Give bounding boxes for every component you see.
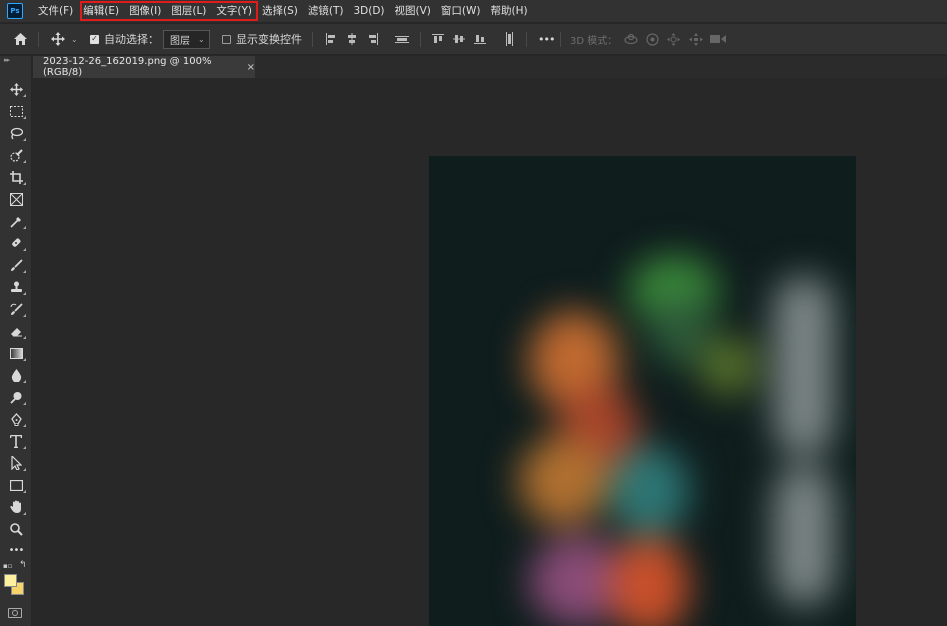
blurred-image-content: [429, 156, 856, 626]
eyedropper-tool-icon[interactable]: [3, 211, 29, 231]
dodge-tool-icon[interactable]: [3, 387, 29, 407]
tools-panel: ▸▸ ••• ▪▫ ↰: [0, 56, 32, 626]
default-colors-icon[interactable]: ▪▫: [3, 562, 13, 570]
home-icon[interactable]: [13, 24, 28, 54]
history-brush-tool-icon[interactable]: [3, 299, 29, 319]
chevron-down-icon: ⌄: [71, 34, 78, 44]
separator: [560, 32, 561, 47]
marquee-tool-icon[interactable]: [3, 101, 29, 121]
document-canvas[interactable]: [429, 156, 856, 626]
document-tab-bar: 2023-12-26_162019.png @ 100%(RGB/8) ×: [33, 56, 947, 78]
zoom-tool-icon[interactable]: [3, 519, 29, 539]
auto-select-checkbox[interactable]: ✓ 自动选择：: [90, 24, 159, 54]
menu-layer[interactable]: 图层(L): [166, 0, 211, 22]
auto-select-dropdown[interactable]: 图层 ⌄: [163, 24, 210, 54]
photoshop-logo-icon[interactable]: Ps: [7, 3, 23, 19]
menu-help[interactable]: 帮助(H): [486, 0, 533, 22]
gradient-tool-icon[interactable]: [3, 343, 29, 363]
3d-orbit-icon[interactable]: [624, 24, 638, 54]
clone-stamp-tool-icon[interactable]: [3, 277, 29, 297]
menu-bar: Ps 文件(F) 编辑(E) 图像(I) 图层(L) 文字(Y) 选择(S) 滤…: [0, 0, 947, 22]
more-options-button[interactable]: •••: [538, 24, 555, 54]
3d-roll-icon[interactable]: [646, 24, 659, 54]
path-selection-tool-icon[interactable]: [3, 453, 29, 473]
menu-filter[interactable]: 滤镜(T): [303, 0, 349, 22]
menu-type[interactable]: 文字(Y): [211, 0, 257, 22]
quick-selection-tool-icon[interactable]: [3, 145, 29, 165]
move-tool-preset-icon[interactable]: ⌄: [51, 24, 78, 54]
auto-select-label: 自动选择：: [104, 33, 159, 46]
align-left-icon[interactable]: [325, 24, 337, 54]
align-bottom-icon[interactable]: [474, 24, 486, 54]
foreground-color-swatch[interactable]: [4, 574, 17, 587]
crop-tool-icon[interactable]: [3, 167, 29, 187]
separator: [38, 32, 39, 47]
close-icon[interactable]: ×: [247, 62, 255, 73]
options-bar: ⌄ ✓ 自动选择： 图层 ⌄ 显示变换控件 ••• 3D 模式：: [0, 23, 947, 55]
align-top-icon[interactable]: [432, 24, 444, 54]
separator: [420, 32, 421, 47]
show-transform-label: 显示变换控件: [236, 33, 302, 46]
separator: [312, 32, 313, 47]
distribute-horizontal-icon[interactable]: [503, 24, 515, 54]
3d-scale-icon[interactable]: [710, 24, 726, 54]
move-tool-icon[interactable]: [3, 79, 29, 99]
frame-tool-icon[interactable]: [3, 189, 29, 209]
collapse-panel-icon[interactable]: ▸▸: [4, 56, 10, 64]
rectangle-tool-icon[interactable]: [3, 475, 29, 495]
hand-tool-icon[interactable]: [3, 497, 29, 517]
chevron-down-icon: ⌄: [198, 34, 205, 44]
swap-colors-icon[interactable]: ↰: [19, 560, 27, 570]
menu-view[interactable]: 视图(V): [390, 0, 436, 22]
distribute-vertical-icon[interactable]: [395, 24, 409, 54]
menu-window[interactable]: 窗口(W): [436, 0, 486, 22]
align-vertical-center-icon[interactable]: [453, 24, 465, 54]
menu-file[interactable]: 文件(F): [33, 0, 78, 22]
lasso-tool-icon[interactable]: [3, 123, 29, 143]
blur-tool-icon[interactable]: [3, 365, 29, 385]
menu-select[interactable]: 选择(S): [257, 0, 303, 22]
healing-brush-tool-icon[interactable]: [3, 233, 29, 253]
pen-tool-icon[interactable]: [3, 409, 29, 429]
menu-image[interactable]: 图像(I): [124, 0, 166, 22]
eraser-tool-icon[interactable]: [3, 321, 29, 341]
align-right-icon[interactable]: [367, 24, 379, 54]
3d-slide-icon[interactable]: [689, 24, 703, 54]
3d-mode-label: 3D 模式：: [570, 35, 618, 47]
checkbox-unchecked-icon: [222, 34, 231, 44]
show-transform-checkbox[interactable]: 显示变换控件: [222, 24, 302, 54]
canvas-workspace: [33, 78, 947, 626]
document-tab-title: 2023-12-26_162019.png @ 100%(RGB/8): [43, 56, 212, 78]
menu-3d[interactable]: 3D(D): [348, 0, 389, 22]
separator: [526, 32, 527, 47]
menu-edit[interactable]: 编辑(E): [78, 0, 124, 22]
checkbox-checked-icon: ✓: [90, 34, 99, 44]
edit-toolbar-icon[interactable]: •••: [3, 540, 29, 560]
quick-mask-icon[interactable]: [8, 608, 22, 618]
auto-select-value: 图层: [170, 35, 190, 47]
3d-pan-icon[interactable]: [667, 24, 680, 54]
type-tool-icon[interactable]: [3, 431, 29, 451]
document-tab[interactable]: 2023-12-26_162019.png @ 100%(RGB/8) ×: [33, 56, 255, 78]
align-horizontal-center-icon[interactable]: [346, 24, 358, 54]
brush-tool-icon[interactable]: [3, 255, 29, 275]
